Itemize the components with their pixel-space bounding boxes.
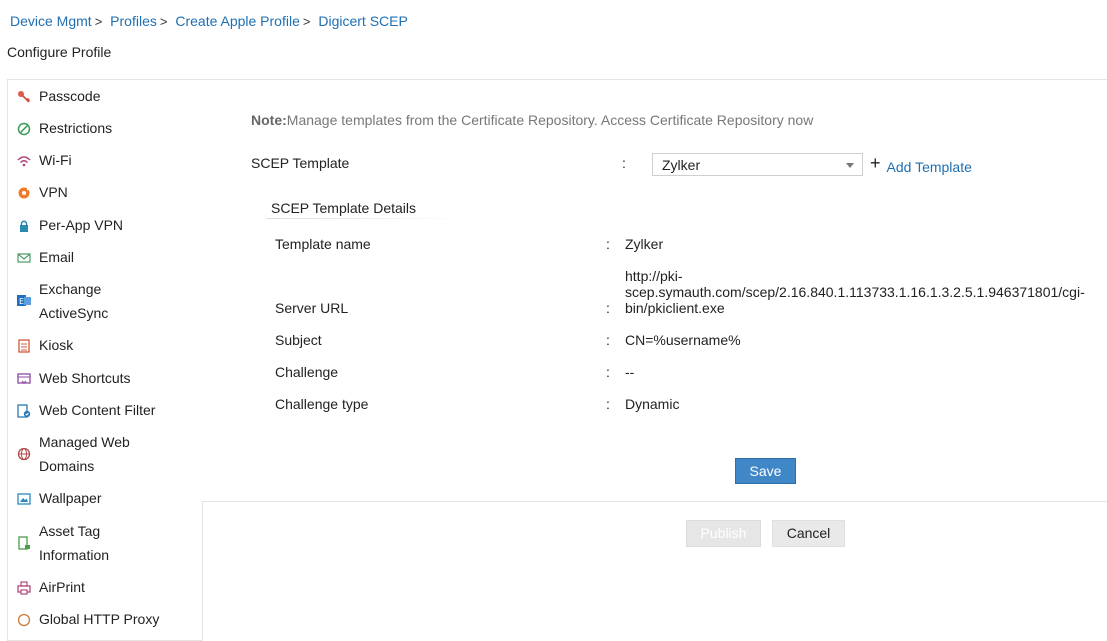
sidebar-item-email[interactable]: Email (8, 245, 202, 269)
sidebar-item-label: Asset Tag (39, 523, 101, 539)
breadcrumb-separator: > (159, 14, 168, 29)
colon: : (606, 300, 610, 316)
sidebar-item-passcode[interactable]: Passcode (8, 84, 202, 108)
server-url-label: Server URL (275, 300, 349, 316)
note-prefix: Note: (251, 112, 287, 128)
sidebar-item-restrictions[interactable]: Restrictions (8, 116, 202, 140)
colon: : (606, 332, 610, 348)
sidebar-item-vpn[interactable]: VPN (8, 180, 202, 204)
note-body: Manage templates from the Certificate Re… (286, 112, 814, 128)
cancel-button[interactable]: Cancel (772, 520, 845, 547)
svg-text:E: E (19, 297, 24, 306)
sidebar-item-label: Restrictions (39, 120, 113, 136)
subject-value: CN=%username% (625, 332, 741, 348)
sidebar-item-exchange-activesync[interactable]: E Exchange ActiveSync (8, 277, 202, 325)
web-filter-icon (17, 404, 31, 418)
lock-icon (17, 219, 31, 233)
image-icon (17, 492, 31, 506)
publish-button[interactable]: Publish (686, 520, 761, 547)
breadcrumb-device-mgmt[interactable]: Device Mgmt (10, 13, 92, 29)
sidebar-item-label: Kiosk (39, 337, 74, 353)
plus-icon: + (870, 153, 881, 173)
breadcrumb-separator: > (302, 14, 311, 29)
web-shortcut-icon (17, 372, 31, 386)
key-icon (17, 90, 31, 104)
sidebar-item-per-app-vpn[interactable]: Per-App VPN (8, 213, 202, 237)
breadcrumb-separator: > (94, 14, 103, 29)
exchange-icon: E (17, 293, 31, 307)
breadcrumb-create-apple-profile[interactable]: Create Apple Profile (175, 13, 300, 29)
sidebar: Passcode Restrictions Wi-Fi VPN Per-App … (7, 79, 203, 641)
printer-icon (17, 581, 31, 595)
sidebar-item-label: Wallpaper (39, 490, 102, 506)
breadcrumb-profiles[interactable]: Profiles (110, 13, 157, 29)
server-url-line: http://pki- (625, 268, 683, 284)
breadcrumb: Device Mgmt > Profiles > Create Apple Prof… (10, 13, 408, 29)
sidebar-item-asset-tag-information[interactable]: Asset Tag Information (8, 519, 202, 567)
scep-template-select[interactable]: Zylker (652, 153, 863, 176)
add-template-label: Add Template (886, 159, 972, 175)
sidebar-item-kiosk[interactable]: Kiosk (8, 333, 202, 357)
note-text: Note:Manage templates from the Certifica… (251, 112, 813, 128)
page-title: Configure Profile (7, 44, 112, 60)
envelope-icon (17, 251, 31, 265)
globe-icon (17, 447, 31, 461)
sidebar-item-label: Per-App VPN (39, 217, 124, 233)
challenge-label: Challenge (275, 364, 339, 380)
server-url-line: scep.symauth.com/scep/2.16.840.1.113733.… (625, 284, 1085, 300)
sidebar-item-global-http-proxy[interactable]: Global HTTP Proxy (8, 607, 202, 631)
challenge-type-value: Dynamic (625, 396, 680, 412)
scep-template-selected: Zylker (662, 157, 701, 173)
sidebar-item-label: Web Shortcuts (39, 370, 131, 386)
sidebar-item-label: Information (39, 547, 110, 563)
vpn-icon (17, 186, 31, 200)
sidebar-item-label: Wi-Fi (39, 152, 72, 168)
sidebar-item-label: Web Content Filter (39, 402, 156, 418)
restrictions-icon (17, 122, 31, 136)
challenge-type-label: Challenge type (275, 396, 369, 412)
template-name-value: Zylker (625, 236, 664, 252)
proxy-icon (17, 613, 31, 627)
challenge-value: -- (625, 364, 635, 380)
sidebar-item-wallpaper[interactable]: Wallpaper (8, 486, 202, 510)
sidebar-item-airprint[interactable]: AirPrint (8, 575, 202, 599)
sidebar-item-label: Domains (39, 458, 95, 474)
colon: : (606, 364, 610, 380)
template-name-label: Template name (275, 236, 371, 252)
sidebar-item-label: ActiveSync (39, 305, 109, 321)
sidebar-item-web-shortcuts[interactable]: Web Shortcuts (8, 366, 202, 390)
colon: : (606, 396, 610, 412)
server-url-line: bin/pkiclient.exe (625, 300, 725, 316)
subject-label: Subject (275, 332, 322, 348)
breadcrumb-digicert-scep[interactable]: Digicert SCEP (318, 13, 407, 29)
section-title: SCEP Template Details (271, 200, 416, 216)
colon: : (606, 236, 610, 252)
sidebar-item-wifi[interactable]: Wi-Fi (8, 148, 202, 172)
sidebar-item-label: Exchange (39, 281, 102, 297)
add-template-link[interactable]: + Add Template (870, 153, 972, 177)
section-divider (266, 218, 462, 219)
save-button[interactable]: Save (735, 458, 796, 484)
scep-template-label: SCEP Template (251, 155, 350, 171)
sidebar-item-label: Global HTTP Proxy (39, 611, 160, 627)
asset-tag-icon (17, 536, 31, 550)
sidebar-item-label: VPN (39, 184, 68, 200)
sidebar-item-label: Passcode (39, 88, 101, 104)
sidebar-item-web-content-filter[interactable]: Web Content Filter (8, 398, 202, 422)
colon: : (622, 155, 626, 171)
kiosk-icon (17, 339, 31, 353)
wifi-icon (17, 154, 31, 168)
server-url-value: http://pki- scep.symauth.com/scep/2.16.8… (625, 268, 1085, 316)
sidebar-item-label: AirPrint (39, 579, 85, 595)
sidebar-item-label: Managed Web (39, 434, 130, 450)
sidebar-item-label: Email (39, 249, 75, 265)
chevron-down-icon (846, 163, 854, 168)
sidebar-item-managed-web-domains[interactable]: Managed Web Domains (8, 430, 202, 478)
